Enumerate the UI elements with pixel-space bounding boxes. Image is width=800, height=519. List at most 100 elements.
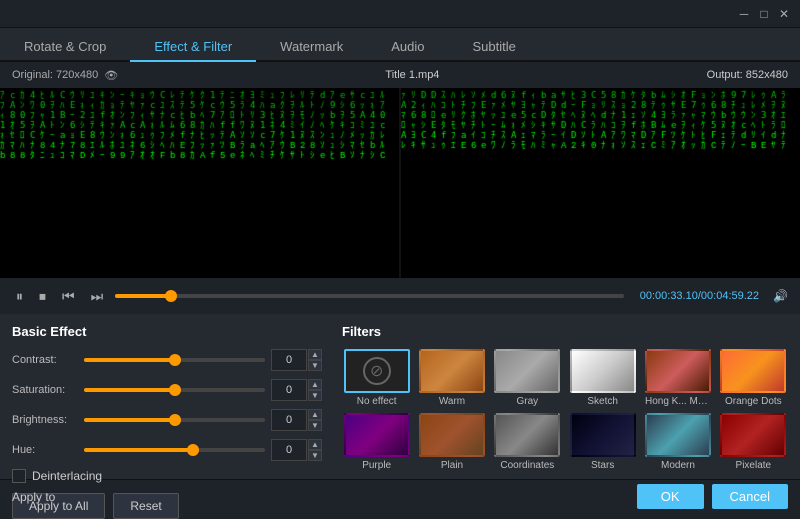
filter-item-purple[interactable]: Purple — [342, 413, 411, 471]
filter-item-gray[interactable]: Gray — [493, 349, 562, 407]
progress-track[interactable] — [115, 294, 624, 298]
brightness-down[interactable]: ▼ — [308, 420, 322, 431]
saturation-row: Saturation: 0 ▲ ▼ — [12, 379, 322, 401]
action-buttons: Apply to All Reset — [12, 493, 322, 519]
preview-original — [0, 88, 399, 278]
info-bar: Original: 720x480 👁 Title 1.mp4 Output: … — [0, 62, 800, 88]
filter-label-coords: Coordinates — [500, 460, 554, 471]
filter-thumb-pixelate — [720, 413, 786, 457]
hue-slider[interactable] — [84, 448, 265, 452]
filter-label-no-effect: No effect — [357, 396, 397, 407]
filter-item-stars[interactable]: Stars — [568, 413, 637, 471]
filter-label-gray: Gray — [516, 396, 538, 407]
maximize-button[interactable]: □ — [756, 6, 772, 22]
minimize-button[interactable]: ─ — [736, 6, 752, 22]
filter-thumb-purple — [344, 413, 410, 457]
eye-icon[interactable]: 👁 — [104, 69, 118, 82]
contrast-slider[interactable] — [84, 358, 265, 362]
filter-item-no-effect[interactable]: ⊘ No effect — [342, 349, 411, 407]
filter-thumb-coords — [494, 413, 560, 457]
next-button[interactable]: ⏭ — [87, 286, 108, 307]
contrast-value: 0 — [271, 349, 307, 371]
effect-panel: Basic Effect Contrast: 0 ▲ ▼ Saturation:… — [12, 324, 322, 469]
time-display: 00:00:33.10/00:04:59.22 — [640, 290, 759, 302]
brightness-up[interactable]: ▲ — [308, 409, 322, 420]
control-bar: ⏸ ⏹ ⏮ ⏭ 00:00:33.10/00:04:59.22 🔊 — [0, 278, 800, 314]
filter-label-plain: Plain — [441, 460, 463, 471]
ok-button[interactable]: OK — [637, 484, 704, 509]
hue-label: Hue: — [12, 444, 84, 456]
tab-rotate-crop[interactable]: Rotate & Crop — [0, 33, 130, 62]
title-bar: ─ □ ✕ — [0, 0, 800, 28]
pause-button[interactable]: ⏸ — [12, 286, 27, 307]
filter-item-plain[interactable]: Plain — [417, 413, 486, 471]
output-canvas — [401, 88, 800, 278]
contrast-down[interactable]: ▼ — [308, 360, 322, 371]
volume-icon[interactable]: 🔊 — [773, 289, 788, 303]
filter-item-hongk[interactable]: Hong K... Movie — [643, 349, 712, 407]
saturation-slider[interactable] — [84, 388, 265, 392]
filter-thumb-stars — [570, 413, 636, 457]
hue-value: 0 — [271, 439, 307, 461]
hue-spinner[interactable]: ▲ ▼ — [308, 439, 322, 461]
progress-thumb[interactable] — [165, 290, 177, 302]
saturation-spinner[interactable]: ▲ ▼ — [308, 379, 322, 401]
preview-output — [401, 88, 800, 278]
hue-row: Hue: 0 ▲ ▼ — [12, 439, 322, 461]
original-canvas — [0, 88, 399, 278]
tab-bar: Rotate & Crop Effect & Filter Watermark … — [0, 28, 800, 62]
saturation-up[interactable]: ▲ — [308, 379, 322, 390]
prev-button[interactable]: ⏮ — [58, 286, 79, 307]
filter-label-warm: Warm — [439, 396, 465, 407]
stop-button[interactable]: ⏹ — [35, 286, 50, 307]
no-effect-icon: ⊘ — [363, 357, 391, 385]
tab-subtitle[interactable]: Subtitle — [449, 33, 540, 62]
output-size-label: Output: 852x480 — [707, 69, 788, 81]
saturation-label: Saturation: — [12, 384, 84, 396]
filter-item-warm[interactable]: Warm — [417, 349, 486, 407]
filter-item-pixelate[interactable]: Pixelate — [719, 413, 788, 471]
filter-label-pixelate: Pixelate — [736, 460, 772, 471]
progress-fill — [115, 294, 171, 298]
tab-watermark[interactable]: Watermark — [256, 33, 367, 62]
hue-up[interactable]: ▲ — [308, 439, 322, 450]
filter-item-modern[interactable]: Modern — [643, 413, 712, 471]
filter-thumb-plain — [419, 413, 485, 457]
filter-label-modern: Modern — [661, 460, 695, 471]
brightness-label: Brightness: — [12, 414, 84, 426]
contrast-row: Contrast: 0 ▲ ▼ — [12, 349, 322, 371]
filter-label-hongk: Hong K... Movie — [645, 396, 711, 407]
contrast-spinner[interactable]: ▲ ▼ — [308, 349, 322, 371]
reset-button[interactable]: Reset — [113, 493, 178, 519]
deinterlacing-checkbox[interactable] — [12, 469, 26, 483]
contrast-up[interactable]: ▲ — [308, 349, 322, 360]
brightness-spinner[interactable]: ▲ ▼ — [308, 409, 322, 431]
filters-panel: Filters ⊘ No effect Warm Gray — [342, 324, 788, 469]
close-button[interactable]: ✕ — [776, 6, 792, 22]
cancel-button[interactable]: Cancel — [712, 484, 788, 509]
filters-grid: ⊘ No effect Warm Gray Sketch — [342, 349, 788, 471]
brightness-value: 0 — [271, 409, 307, 431]
main-content: Basic Effect Contrast: 0 ▲ ▼ Saturation:… — [0, 314, 800, 479]
preview-area — [0, 88, 800, 278]
filter-thumb-hongk — [645, 349, 711, 393]
filter-item-orange[interactable]: Orange Dots — [719, 349, 788, 407]
hue-down[interactable]: ▼ — [308, 450, 322, 461]
filter-thumb-modern — [645, 413, 711, 457]
video-title: Title 1.mp4 — [118, 69, 706, 81]
filter-item-coords[interactable]: Coordinates — [493, 413, 562, 471]
original-size-label: Original: 720x480 — [12, 69, 98, 81]
brightness-row: Brightness: 0 ▲ ▼ — [12, 409, 322, 431]
apply-to-label: Apply to — [12, 490, 55, 504]
tab-effect-filter[interactable]: Effect & Filter — [130, 33, 256, 62]
effect-panel-title: Basic Effect — [12, 324, 322, 339]
filters-title: Filters — [342, 324, 788, 339]
filter-thumb-orange — [720, 349, 786, 393]
filter-item-sketch[interactable]: Sketch — [568, 349, 637, 407]
brightness-slider[interactable] — [84, 418, 265, 422]
bottom-right-buttons: OK Cancel — [637, 484, 788, 509]
tab-audio[interactable]: Audio — [367, 33, 448, 62]
filter-thumb-warm — [419, 349, 485, 393]
saturation-down[interactable]: ▼ — [308, 390, 322, 401]
filter-thumb-gray — [494, 349, 560, 393]
